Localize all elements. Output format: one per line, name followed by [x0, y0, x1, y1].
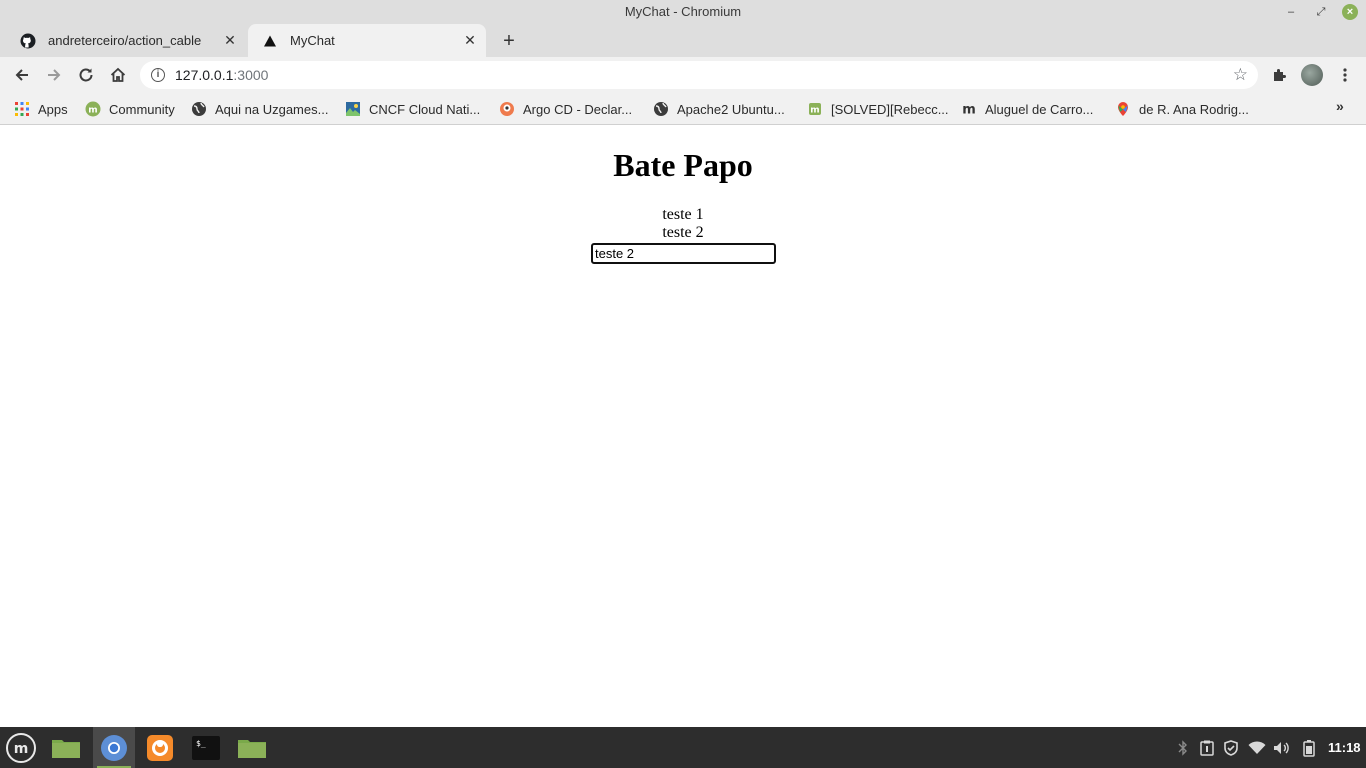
taskbar-files[interactable]: [231, 727, 273, 768]
bookmark-uzgames[interactable]: Aqui na Uzgames...: [191, 99, 328, 119]
svg-text:m: m: [962, 103, 976, 118]
svg-text:$_: $_: [196, 739, 206, 748]
chat-message: teste 2: [662, 224, 704, 241]
bookmark-label: Aqui na Uzgames...: [215, 101, 329, 117]
clipboard-icon[interactable]: [1198, 739, 1216, 757]
bookmark-apps[interactable]: Apps: [14, 99, 68, 119]
forward-arrow-icon: [48, 69, 61, 81]
bookmarks-overflow-button[interactable]: »: [1336, 98, 1344, 114]
maximize-button[interactable]: ⤢: [1312, 3, 1330, 21]
linux-mint-icon: m: [807, 101, 823, 117]
svg-text:m: m: [14, 741, 29, 757]
github-icon: [20, 33, 36, 49]
close-tab-icon[interactable]: ✕: [220, 31, 240, 51]
back-button[interactable]: [10, 63, 34, 87]
puzzle-icon: [1274, 69, 1286, 81]
tab-github[interactable]: andreterceiro/action_cable ✕: [8, 24, 246, 57]
back-arrow-icon: [15, 69, 28, 81]
bookmark-solved[interactable]: m [SOLVED][Rebecc...: [807, 99, 949, 119]
address-bar[interactable]: i 127.0.0.1:3000 ☆: [140, 61, 1258, 89]
bookmark-label: CNCF Cloud Nati...: [369, 101, 481, 117]
triangle-icon: [262, 33, 278, 49]
bookmark-cncf[interactable]: CNCF Cloud Nati...: [345, 99, 480, 119]
chromium-icon: [101, 734, 127, 761]
bookmark-label: Community: [109, 101, 175, 117]
linux-mint-icon: m: [85, 101, 101, 117]
menu-button[interactable]: [1333, 63, 1357, 87]
apps-grid-icon: [14, 101, 30, 117]
close-window-button[interactable]: ×: [1342, 4, 1358, 20]
new-tab-button[interactable]: +: [498, 30, 520, 52]
home-icon: [110, 67, 126, 82]
m-icon: m: [961, 101, 977, 118]
bookmark-label: [SOLVED][Rebecc...: [831, 101, 949, 117]
bookmark-star-icon[interactable]: ☆: [1233, 65, 1248, 85]
url-host: 127.0.0.1: [175, 67, 234, 83]
info-icon[interactable]: i: [151, 68, 165, 82]
folder-green-icon: [52, 739, 80, 758]
mint-menu-button[interactable]: m: [0, 727, 42, 768]
bluetooth-icon[interactable]: [1174, 739, 1192, 757]
chat-message: teste 1: [662, 206, 704, 223]
bookmark-apache2[interactable]: Apache2 Ubuntu...: [653, 99, 785, 119]
tab-label: MyChat: [290, 33, 335, 48]
minimize-button[interactable]: –: [1282, 3, 1300, 21]
bookmark-label: de R. Ana Rodrig...: [1139, 101, 1249, 117]
reload-button[interactable]: [74, 63, 98, 87]
profile-avatar[interactable]: [1301, 64, 1323, 86]
bookmark-community[interactable]: m Community: [85, 99, 175, 119]
taskbar-terminal[interactable]: $_: [185, 727, 227, 768]
terminal-icon: $_: [192, 735, 220, 760]
tab-label: andreterceiro/action_cable: [48, 33, 202, 48]
show-desktop-button[interactable]: [45, 727, 87, 768]
firefox-icon: [147, 734, 173, 761]
globe-icon: [653, 101, 669, 117]
window-titlebar: MyChat - Chromium – ⤢ ×: [0, 0, 1366, 24]
volume-icon[interactable]: [1273, 739, 1291, 757]
maps-pin-icon: [1115, 101, 1131, 117]
home-button[interactable]: [106, 63, 130, 87]
extensions-button[interactable]: [1268, 63, 1292, 87]
tab-mychat[interactable]: MyChat ✕: [248, 24, 486, 57]
forward-button[interactable]: [42, 63, 66, 87]
wifi-icon[interactable]: [1248, 739, 1266, 757]
battery-icon[interactable]: [1300, 739, 1318, 757]
url-port: :3000: [233, 67, 269, 83]
globe-icon: [191, 101, 207, 117]
update-shield-icon[interactable]: [1222, 739, 1240, 757]
svg-text:m: m: [88, 106, 97, 116]
taskbar-clock[interactable]: 11:18: [1328, 740, 1361, 755]
taskbar-firefox[interactable]: [139, 727, 181, 768]
bookmark-label: Apache2 Ubuntu...: [677, 101, 785, 117]
chat-message-input[interactable]: [591, 243, 776, 264]
svg-text:m: m: [810, 106, 819, 116]
page-content: Bate Papo teste 1 teste 2: [0, 126, 1366, 727]
bookmark-label: Argo CD - Declar...: [523, 101, 633, 117]
os-taskbar: m $_ 11:18: [0, 727, 1366, 768]
page-title: Bate Papo: [613, 147, 753, 183]
cncf-icon: [345, 101, 361, 117]
reload-icon: [79, 68, 93, 82]
window-title: MyChat - Chromium: [624, 4, 742, 19]
linux-mint-logo-icon: m: [6, 732, 36, 763]
bookmark-argo[interactable]: Argo CD - Declar...: [499, 99, 632, 119]
kebab-menu-icon: [1343, 68, 1347, 82]
bookmark-label: Aluguel de Carro...: [985, 101, 1094, 117]
argo-icon: [499, 101, 515, 117]
taskbar-chromium[interactable]: [93, 727, 135, 768]
browser-toolbar: i 127.0.0.1:3000 ☆: [0, 57, 1366, 93]
close-tab-icon[interactable]: ✕: [460, 31, 480, 51]
bookmark-label: Apps: [38, 101, 68, 117]
tab-strip: andreterceiro/action_cable ✕ MyChat ✕ +: [0, 24, 1366, 57]
files-folder-icon: [238, 739, 266, 758]
message-list: teste 1 teste 2: [0, 206, 1366, 242]
bookmarks-bar: Apps m Community Aqui na Uzgames... CNCF…: [0, 93, 1366, 125]
bookmark-maps[interactable]: de R. Ana Rodrig...: [1115, 99, 1249, 119]
bookmark-aluguel[interactable]: m Aluguel de Carro...: [961, 99, 1093, 119]
